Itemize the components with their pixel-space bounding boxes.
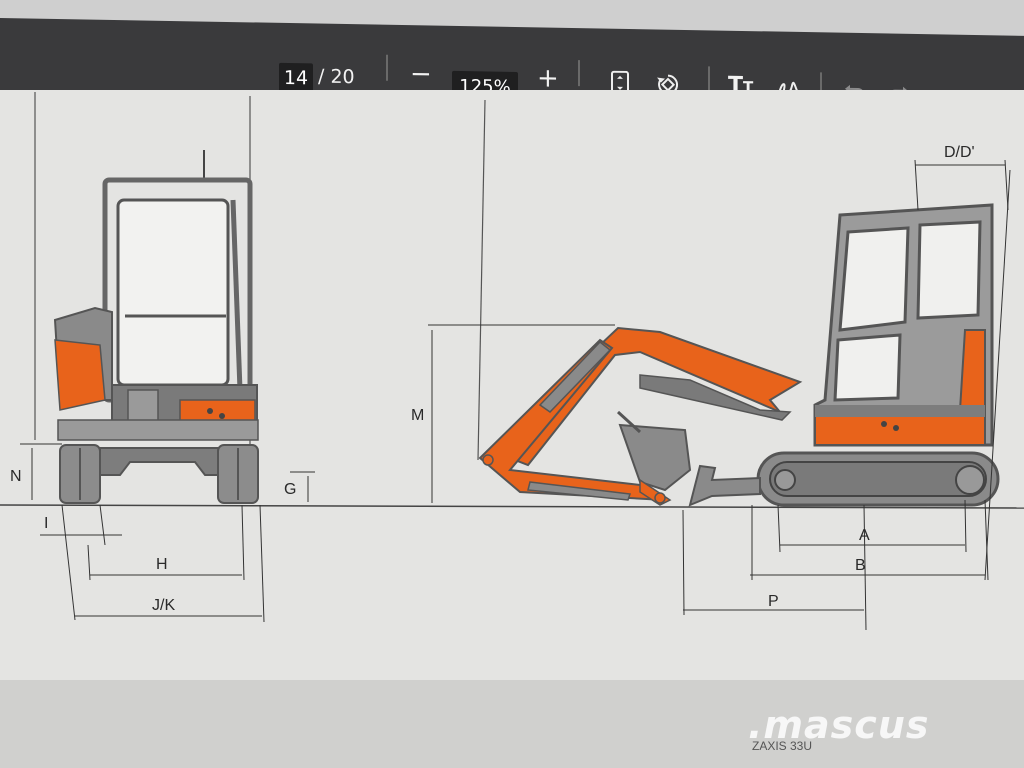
- dim-label-m: M: [411, 407, 424, 424]
- dim-label-i: I: [44, 515, 48, 532]
- dim-label-jk: J/K: [152, 597, 175, 614]
- dim-label-a: A: [859, 527, 870, 544]
- dim-label-d: D/D': [944, 144, 975, 161]
- dim-label-n: N: [10, 468, 22, 485]
- model-label: ZAXIS 33U: [752, 739, 813, 753]
- side-view-excavator: [478, 203, 1000, 507]
- dim-label-g: G: [284, 481, 296, 498]
- technical-drawing: N I H J/K G M D/D' A B P: [0, 92, 1024, 631]
- dim-label-b: B: [855, 557, 866, 574]
- dim-label-p: P: [768, 593, 779, 610]
- front-view-excavator: [53, 150, 259, 504]
- dim-label-h: H: [156, 556, 168, 573]
